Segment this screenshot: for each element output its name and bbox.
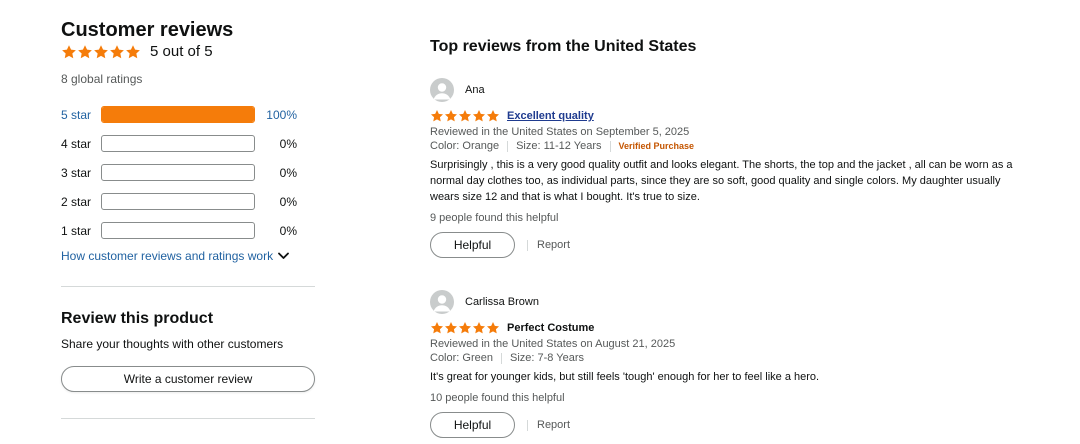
histogram-fill xyxy=(102,107,254,122)
histogram-bar xyxy=(101,106,255,123)
review-attributes: Color: Orange Size: 11-12 Years Verified… xyxy=(430,139,1050,153)
how-reviews-work-label: How customer reviews and ratings work xyxy=(61,249,274,263)
review-header: Ana xyxy=(430,78,1050,102)
report-link[interactable]: Report xyxy=(527,419,570,431)
histogram-row-3-star: 3 star 0% xyxy=(61,158,315,187)
star-icon xyxy=(444,109,458,123)
review-size: Size: 7-8 Years xyxy=(509,352,584,364)
histogram-label: 2 star xyxy=(61,194,92,209)
review-attributes: Color: Green Size: 7-8 Years xyxy=(430,351,1050,365)
report-label: Report xyxy=(537,239,571,251)
attribute-separator xyxy=(507,140,509,152)
avatar-icon xyxy=(430,78,454,102)
review-body: It's great for younger kids, but still f… xyxy=(430,371,820,383)
avatar-icon xyxy=(430,290,454,314)
star-icon xyxy=(61,44,77,60)
review-date: Reviewed in the United States on Septemb… xyxy=(430,126,690,138)
how-reviews-work-link[interactable]: How customer reviews and ratings work xyxy=(61,249,289,263)
star-icon xyxy=(430,321,444,335)
star-icon xyxy=(444,321,458,335)
review-color: Color: Green xyxy=(430,352,493,364)
review-date: Reviewed in the United States on August … xyxy=(430,338,676,350)
overall-stars xyxy=(61,44,141,60)
review-helpful-count: 9 people found this helpful xyxy=(430,212,559,224)
histogram-label: 5 star xyxy=(61,107,92,122)
histogram-label: 1 star xyxy=(61,223,92,238)
customer-reviews-title: Customer reviews xyxy=(61,19,234,41)
histogram-label: 3 star xyxy=(61,165,92,180)
star-icon xyxy=(486,109,500,123)
review-actions: Helpful Report xyxy=(430,412,1050,438)
star-icon xyxy=(458,321,472,335)
star-icon xyxy=(430,109,444,123)
star-icon xyxy=(77,44,93,60)
action-separator xyxy=(527,239,528,251)
review-item: Ana Excellent quality Reviewed in the Un… xyxy=(430,78,1050,258)
star-icon xyxy=(93,44,109,60)
histogram-label: 4 star xyxy=(61,136,92,151)
section-divider xyxy=(61,286,315,287)
star-icon xyxy=(472,109,486,123)
review-author[interactable]: Carlissa Brown xyxy=(465,296,539,308)
helpful-button[interactable]: Helpful xyxy=(430,232,515,258)
chevron-down-icon xyxy=(278,252,289,259)
histogram-percent: 0% xyxy=(279,136,297,151)
overall-rating[interactable]: 5 out of 5 xyxy=(61,43,213,61)
review-title-row: Perfect Costume xyxy=(430,321,1050,335)
review-title-row: Excellent quality xyxy=(430,109,1050,123)
global-ratings-count: 8 global ratings xyxy=(61,72,143,86)
review-stars[interactable] xyxy=(430,321,500,335)
star-icon xyxy=(486,321,500,335)
histogram-row-2-star: 2 star 0% xyxy=(61,187,315,216)
report-link[interactable]: Report xyxy=(527,239,570,251)
overall-rating-text: 5 out of 5 xyxy=(150,43,213,60)
star-icon xyxy=(125,44,141,60)
review-author[interactable]: Ana xyxy=(465,84,485,96)
histogram-percent: 0% xyxy=(279,165,297,180)
star-icon xyxy=(458,109,472,123)
rating-histogram: 5 star 100% 4 star 0% 3 star 0% 2 star 0… xyxy=(61,100,315,245)
review-title-link[interactable]: Excellent quality xyxy=(507,110,594,122)
review-product-title: Review this product xyxy=(61,310,214,327)
write-review-button[interactable]: Write a customer review xyxy=(61,366,315,392)
histogram-bar xyxy=(101,193,255,210)
histogram-row-5-star[interactable]: 5 star 100% xyxy=(61,100,315,129)
action-separator xyxy=(527,419,528,431)
histogram-percent: 0% xyxy=(279,194,297,209)
review-helpful-count: 10 people found this helpful xyxy=(430,392,565,404)
attribute-separator xyxy=(500,352,502,364)
verified-purchase-badge: Verified Purchase xyxy=(618,141,695,151)
star-icon xyxy=(472,321,486,335)
histogram-bar xyxy=(101,164,255,181)
helpful-button[interactable]: Helpful xyxy=(430,412,515,438)
review-stars[interactable] xyxy=(430,109,500,123)
top-reviews-title: Top reviews from the United States xyxy=(430,38,697,55)
review-actions: Helpful Report xyxy=(430,232,1050,258)
review-product-subtitle: Share your thoughts with other customers xyxy=(61,337,284,351)
histogram-row-4-star: 4 star 0% xyxy=(61,129,315,158)
histogram-bar xyxy=(101,222,255,239)
histogram-bar xyxy=(101,135,255,152)
review-size: Size: 11-12 Years xyxy=(516,140,602,152)
review-body: Surprisingly , this is a very good quali… xyxy=(430,159,1013,203)
report-label: Report xyxy=(537,419,571,431)
attribute-separator xyxy=(609,140,611,152)
star-icon xyxy=(109,44,125,60)
review-color: Color: Orange xyxy=(430,140,500,152)
review-item: Carlissa Brown Perfect Costume Reviewed … xyxy=(430,290,1050,438)
section-divider xyxy=(61,418,315,419)
review-header: Carlissa Brown xyxy=(430,290,1050,314)
histogram-percent: 0% xyxy=(279,223,297,238)
review-title: Perfect Costume xyxy=(507,322,595,334)
histogram-row-1-star: 1 star 0% xyxy=(61,216,315,245)
histogram-percent: 100% xyxy=(266,107,297,122)
